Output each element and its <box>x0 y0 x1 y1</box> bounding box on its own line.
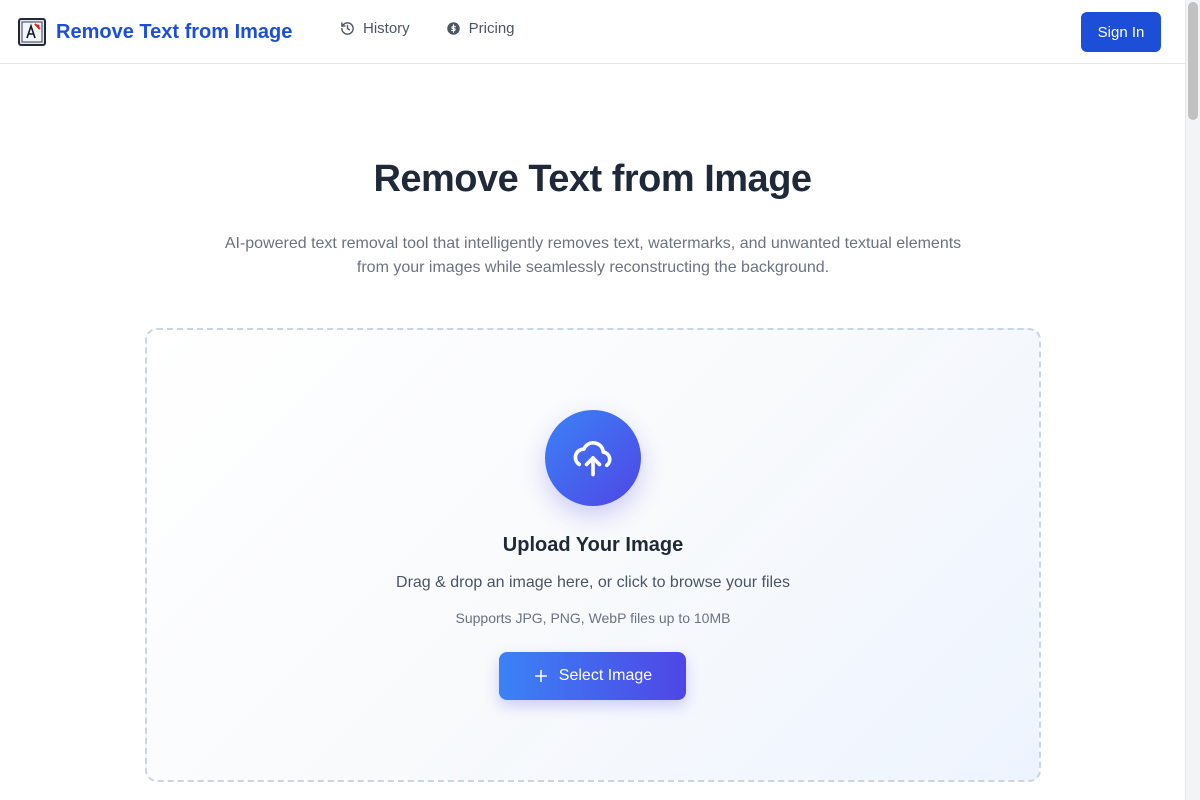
cloud-upload-icon <box>545 410 641 506</box>
brand-name: Remove Text from Image <box>56 20 293 43</box>
history-icon <box>341 22 354 35</box>
coin-icon <box>446 22 460 35</box>
nav-history-label: History <box>363 20 410 37</box>
nav-pricing[interactable]: Pricing <box>446 20 515 37</box>
top-navbar: Remove Text from Image History Pricing S… <box>0 0 1185 64</box>
page-scrollbar[interactable] <box>1185 0 1200 800</box>
select-image-label: Select Image <box>558 667 653 684</box>
nav-pricing-label: Pricing <box>468 20 515 37</box>
upload-file-types-note: Supports JPG, PNG, WebP files up to 10MB <box>455 610 731 626</box>
main-nav: History Pricing <box>340 20 515 37</box>
upload-dropzone[interactable]: Upload Your Image Drag & drop an image h… <box>145 328 1041 782</box>
plus-icon <box>534 669 547 683</box>
nav-history[interactable]: History <box>340 20 410 37</box>
sign-in-button[interactable]: Sign In <box>1081 12 1161 52</box>
image-text-logo-icon <box>18 18 46 46</box>
page-subtitle: AI-powered text removal tool that intell… <box>224 235 962 276</box>
scrollbar-thumb[interactable] <box>1188 2 1198 120</box>
page-title: Remove Text from Image <box>373 158 812 200</box>
select-image-button[interactable]: Select Image <box>499 652 686 700</box>
brand-link[interactable]: Remove Text from Image <box>18 17 292 47</box>
upload-description: Drag & drop an image here, or click to b… <box>396 574 790 591</box>
upload-title: Upload Your Image <box>502 534 684 556</box>
